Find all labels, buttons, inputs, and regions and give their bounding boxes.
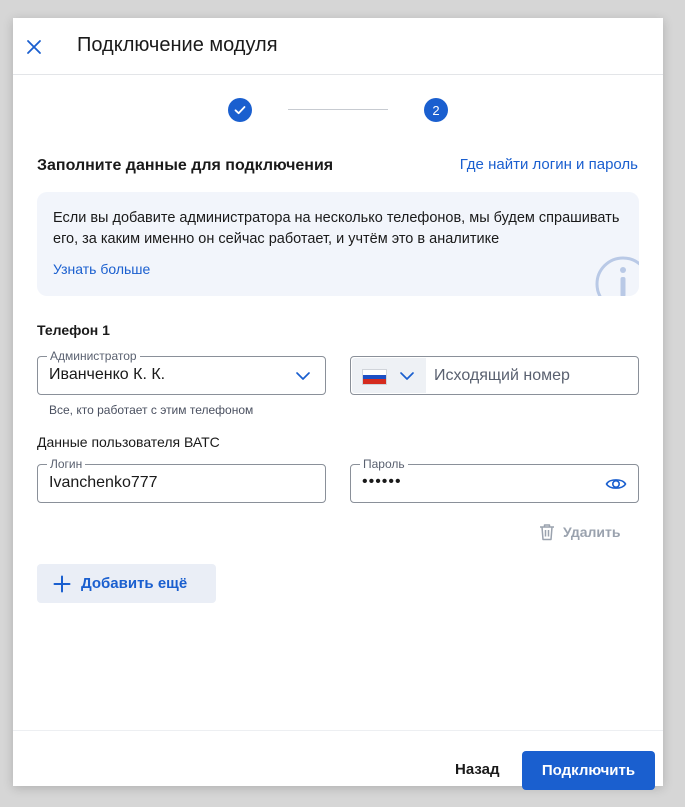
outgoing-number-placeholder: Исходящий номер (434, 367, 570, 384)
connect-module-modal: Подключение модуля 2 Заполните данные дл… (13, 18, 663, 790)
info-icon (595, 256, 639, 296)
trash-icon (540, 524, 554, 541)
phone-label: Телефон 1 (37, 322, 110, 338)
administrator-hint: Все, кто работает с этим телефоном (49, 403, 254, 417)
outgoing-number-field[interactable]: Исходящий номер (350, 356, 639, 395)
administrator-legend: Администратор (47, 349, 140, 363)
login-value: Ivanchenko777 (49, 474, 158, 491)
country-select[interactable] (352, 358, 426, 393)
check-icon (234, 106, 246, 115)
pbx-user-label: Данные пользователя ВАТС (37, 434, 220, 450)
add-more-label: Добавить ещё (81, 575, 188, 592)
delete-label: Удалить (563, 524, 621, 540)
password-value: •••••• (362, 473, 402, 490)
learn-more-link[interactable]: Узнать больше (53, 261, 150, 277)
modal-footer: Назад Подключить (13, 730, 663, 790)
section-title: Заполните данные для подключения (37, 157, 334, 174)
step-1-done (228, 98, 252, 122)
add-more-button[interactable]: Добавить ещё (37, 564, 216, 603)
eye-icon[interactable] (605, 474, 627, 494)
modal-title: Подключение модуля (77, 34, 278, 56)
chevron-down-icon (296, 372, 310, 380)
plus-icon (53, 575, 71, 592)
connect-button[interactable]: Подключить (522, 751, 655, 790)
stepper-connector (288, 109, 388, 110)
russia-flag-icon (362, 369, 387, 385)
chevron-down-icon (400, 372, 414, 380)
modal-header: Подключение модуля (13, 18, 663, 75)
step-2-current: 2 (424, 98, 448, 122)
info-banner: Если вы добавите администратора на неско… (37, 192, 639, 296)
back-button[interactable]: Назад (455, 761, 499, 778)
delete-button[interactable]: Удалить (539, 523, 620, 541)
password-field[interactable]: Пароль •••••• (350, 457, 639, 503)
login-legend: Логин (47, 457, 86, 471)
info-text: Если вы добавите администратора на неско… (53, 210, 620, 247)
password-legend: Пароль (360, 457, 408, 471)
help-link[interactable]: Где найти логин и пароль (460, 156, 638, 173)
close-icon[interactable] (23, 36, 45, 58)
login-field[interactable]: Логин Ivanchenko777 (37, 457, 326, 503)
administrator-select[interactable]: Администратор Иванченко К. К. (37, 349, 326, 395)
administrator-value: Иванченко К. К. (49, 366, 166, 383)
